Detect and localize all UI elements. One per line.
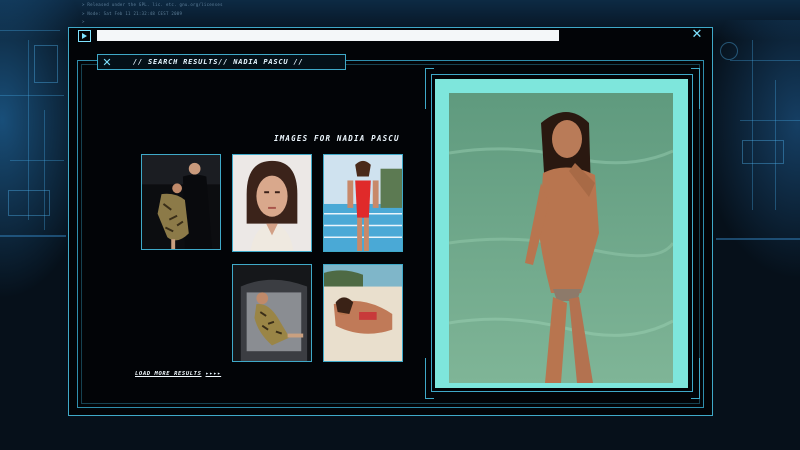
- arrows-icon: ▸▸▸▸: [205, 371, 222, 377]
- close-icon[interactable]: ✕: [100, 56, 114, 69]
- play-button[interactable]: [78, 30, 91, 42]
- circuit-chip: [34, 45, 58, 83]
- circuit-chip: [8, 190, 50, 216]
- load-more-label: LOAD MORE RESULTS: [135, 371, 202, 377]
- image-thumbnail: [324, 265, 402, 361]
- circuit-node: [720, 42, 738, 60]
- image-result-5[interactable]: [323, 264, 403, 362]
- url-input[interactable]: [97, 30, 559, 41]
- circuit-line: [740, 120, 800, 121]
- image-result-2[interactable]: [232, 154, 312, 252]
- close-window-button[interactable]: ✕: [690, 28, 704, 42]
- background-text-line: > Node: Sat Feb 11 21:32:48 CEST 2009: [82, 11, 183, 16]
- circuit-line: [0, 235, 66, 237]
- preview-photo: [449, 93, 673, 383]
- circuit-line: [10, 160, 64, 161]
- search-results-header: ✕ // SEARCH RESULTS// NADIA PASCU //: [97, 54, 346, 70]
- circuit-line: [0, 30, 60, 31]
- load-more-results-link[interactable]: LOAD MORE RESULTS ▸▸▸▸: [135, 371, 221, 377]
- frame-bracket: [691, 358, 700, 399]
- background-text-line: >: [82, 19, 85, 24]
- image-thumbnail: [142, 155, 220, 249]
- preview-image[interactable]: [449, 93, 673, 383]
- search-results-title: // SEARCH RESULTS// NADIA PASCU //: [133, 58, 304, 66]
- circuit-chip: [742, 140, 784, 164]
- image-thumbnail: [324, 155, 402, 251]
- image-thumbnail: [233, 265, 311, 361]
- play-icon: [82, 33, 87, 39]
- image-result-1[interactable]: [141, 154, 221, 250]
- frame-bracket: [425, 68, 434, 109]
- circuit-line: [0, 95, 64, 96]
- circuit-line: [752, 40, 753, 210]
- image-result-3[interactable]: [323, 154, 403, 252]
- results-heading: IMAGES FOR NADIA PASCU: [274, 134, 400, 143]
- frame-bracket: [691, 68, 700, 109]
- image-result-4[interactable]: [232, 264, 312, 362]
- frame-bracket: [425, 358, 434, 399]
- title-bar: ✕: [69, 28, 712, 44]
- browser-window: ✕ ✕ // SEARCH RESULTS// NADIA PASCU // I…: [68, 27, 713, 416]
- circuit-line: [730, 60, 800, 61]
- circuit-line: [716, 238, 800, 240]
- background-text-line: > Released under the GPL. lic. etc. gnu.…: [82, 2, 223, 7]
- close-icon: ✕: [691, 27, 703, 42]
- image-thumbnail: [233, 155, 311, 251]
